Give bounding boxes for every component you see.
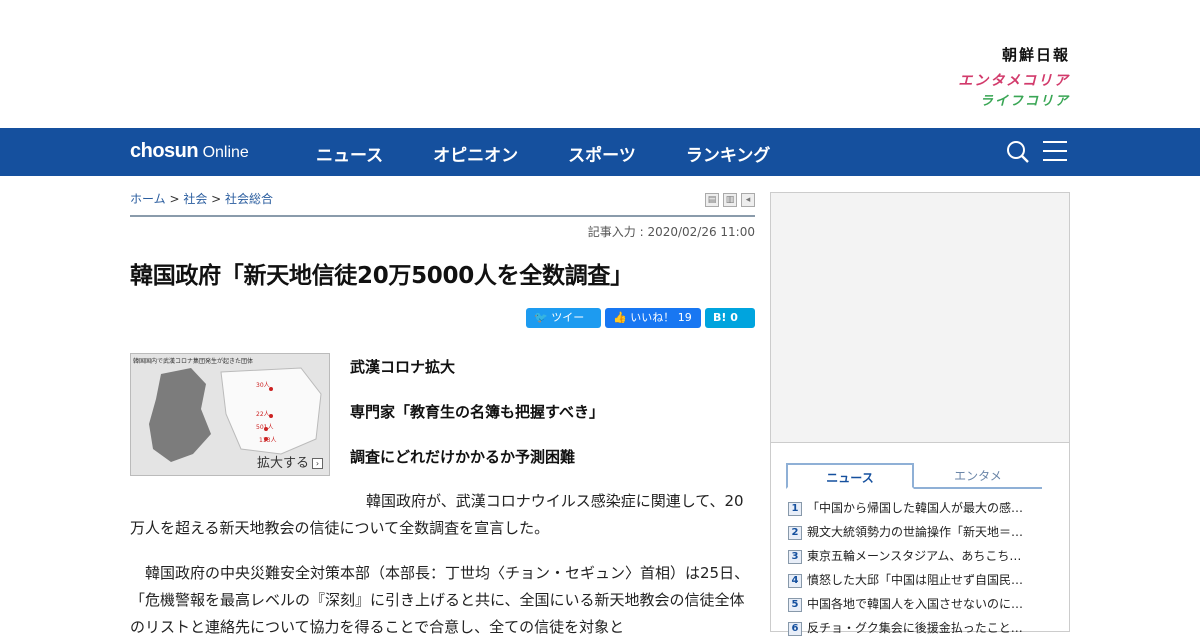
subheading: 武漢コロナ拡大 [350,358,456,376]
rank-number: 5 [788,597,802,612]
ranking-item[interactable]: 6 反チョ・グク集会に後援金払ったこと… [788,619,1048,643]
social-buttons: 🐦 ツイート 👍 いいね！ 19 B! 0 [526,308,755,344]
chosun-ilbo-logo[interactable]: 朝鮮日報 [958,44,1070,64]
photo-caption: 韓国国内で武漢コロナ集団発生が起きた団体 [133,358,254,365]
subheadings: 武漢コロナ拡大 専門家「教育生の名簿も把握すべき」 調査にどれだけかかるか予測困… [350,356,604,491]
rank-number: 4 [788,573,802,588]
subheading: 専門家「教育生の名簿も把握すべき」 [350,403,604,421]
brand-links: 朝鮮日報 エンタメコリア ライフコリア [958,44,1070,108]
subheading: 調査にどれだけかかるか予測困難 [350,448,576,466]
tweet-button[interactable]: 🐦 ツイート [526,308,601,344]
nav-opinion[interactable]: オピニオン [433,141,518,166]
ad-area [771,193,1069,443]
nav-news[interactable]: ニュース [316,141,383,166]
top-header: 朝鮮日報 エンタメコリア ライフコリア [0,0,1200,128]
text-size-icon[interactable]: ▥ [723,193,737,207]
article-photo[interactable]: 30人 22人 501人 113人 韓国国内で武漢コロナ集団発生が起きた団体 拡… [130,353,330,476]
rank-number: 1 [788,501,802,516]
rank-number: 3 [788,549,802,564]
hatena-bookmark-button[interactable]: B! 0 [705,308,755,328]
article-title: 韓国政府「新天地信徒20万5000人を全数調査」 [130,263,633,289]
article-tools: ▤ ▥ ◂ [705,193,755,207]
svg-text:22人: 22人 [256,411,270,418]
enlarge-button[interactable]: 拡大する › [257,452,323,471]
ranking-item[interactable]: 2 親文大統領勢力の世論操作「新天地＝… [788,523,1048,547]
tab-entame[interactable]: エンタメ [914,463,1042,489]
ranking-item[interactable]: 5 中国各地で韓国人を入国させないのに… [788,595,1048,619]
article-paragraph: 韓国政府の中央災難安全対策本部（本部長：丁世均〈チョン・セギュン〉首相）は25日… [130,564,750,636]
svg-text:113人: 113人 [259,437,276,444]
chosun-online-logo[interactable]: chosun Online [130,140,249,163]
search-icon[interactable] [1006,140,1030,164]
nav-sports[interactable]: スポーツ [568,141,636,166]
ranking-list: 1 「中国から帰国した韓国人が最大の感… 2 親文大統領勢力の世論操作「新天地＝… … [788,499,1048,643]
enlarge-icon: › [312,458,323,469]
header-rule [130,215,755,217]
facebook-like-button[interactable]: 👍 いいね！ 19 [605,308,701,328]
ranking-tabs: ニュース エンタメ [786,463,1042,489]
ranking-item[interactable]: 4 憤怒した大邱「中国は阻止せず自国民… [788,571,1048,595]
rank-number: 2 [788,525,802,540]
article-paragraph: 韓国政府が、武漢コロナウイルス感染症に関連して、20万人を超える新天地教会の信徒… [130,492,744,537]
entame-korea-logo[interactable]: エンタメコリア [958,70,1070,88]
print-icon[interactable]: ▤ [705,193,719,207]
nav-ranking[interactable]: ランキング [686,141,771,166]
breadcrumb-subsection[interactable]: 社会総合 [225,192,273,206]
article-date: 記事入力 : 2020/02/26 11:00 [587,225,755,239]
breadcrumb-section[interactable]: 社会 [183,192,207,206]
ranking-item[interactable]: 3 東京五輪メーンスタジアム、あちこち… [788,547,1048,571]
breadcrumb-home[interactable]: ホーム [130,192,166,206]
life-korea-logo[interactable]: ライフコリア [958,90,1070,108]
hamburger-icon[interactable] [1043,141,1067,163]
svg-text:501人: 501人 [256,424,273,431]
tab-news[interactable]: ニュース [786,463,914,489]
main-nav: chosun Online ニュース オピニオン スポーツ ランキング [0,128,1200,176]
breadcrumb: ホーム > 社会 > 社会総合 [130,192,274,206]
svg-text:30人: 30人 [256,382,270,389]
back-icon[interactable]: ◂ [741,193,755,207]
sidebar: ニュース エンタメ 1 「中国から帰国した韓国人が最大の感… 2 親文大統領勢力の世… [770,192,1070,636]
rank-number: 6 [788,621,802,636]
nav-items: ニュース オピニオン スポーツ ランキング [316,141,820,166]
ranking-item[interactable]: 1 「中国から帰国した韓国人が最大の感… [788,499,1048,523]
